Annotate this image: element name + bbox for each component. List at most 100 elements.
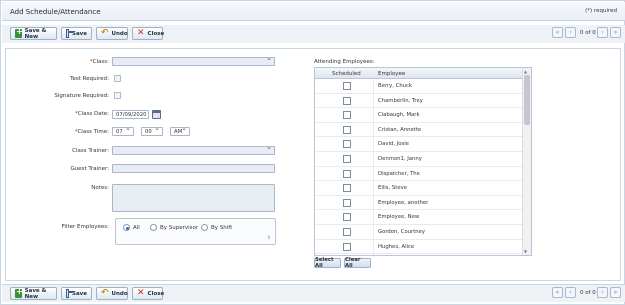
- pager-text: 0 of 0: [580, 290, 596, 296]
- table-row[interactable]: Chamberlin, Trey: [315, 93, 523, 109]
- filter-supervisor-radio[interactable]: [150, 224, 157, 231]
- clear-all-button[interactable]: Clear All: [344, 257, 371, 269]
- table-row[interactable]: Ellis, Steve: [315, 181, 523, 196]
- class-trainer-label: Class Trainer:: [72, 148, 109, 154]
- column-divider: [373, 239, 374, 254]
- filter-all-label: All: [133, 225, 140, 231]
- signature-required-checkbox[interactable]: [114, 92, 121, 99]
- save-new-button[interactable]: Save & New: [10, 27, 57, 40]
- scheduled-checkbox[interactable]: [343, 184, 351, 193]
- scheduled-checkbox[interactable]: [343, 169, 351, 178]
- save-new-icon: [15, 27, 22, 38]
- test-required-label: Test Required:: [70, 76, 109, 82]
- save-icon: [66, 289, 73, 298]
- undo-button-bottom[interactable]: ↶ Undo: [96, 287, 128, 300]
- scheduled-checkbox[interactable]: [343, 154, 351, 163]
- table-row[interactable]: Cristan, Annette: [315, 122, 523, 138]
- filter-shift-radio[interactable]: [201, 224, 208, 231]
- minute-select[interactable]: 00: [141, 124, 163, 136]
- undo-label: Undo: [111, 290, 128, 297]
- save-button-bottom[interactable]: Save: [61, 287, 92, 300]
- test-required-checkbox[interactable]: [114, 75, 121, 82]
- undo-button[interactable]: ↶ Undo: [96, 27, 128, 40]
- save-icon: [66, 29, 73, 38]
- scheduled-checkbox[interactable]: [343, 213, 351, 222]
- close-button-bottom[interactable]: ✕ Close: [132, 287, 165, 300]
- col-scheduled[interactable]: Scheduled: [332, 71, 361, 77]
- class-date-input[interactable]: 07/09/2020: [112, 110, 149, 119]
- employee-name: Ellis, Steve: [378, 185, 407, 192]
- column-divider: [373, 137, 374, 151]
- close-icon: ✕: [137, 28, 145, 38]
- window-title: Add Schedule/Attendance: [10, 8, 101, 16]
- last-page-button[interactable]: »: [610, 287, 621, 298]
- table-row[interactable]: Berry, Chuck: [315, 79, 523, 94]
- table-row[interactable]: Employee, another: [315, 195, 523, 211]
- employee-name: Clabaugh, Mark: [378, 112, 420, 119]
- filter-all-radio[interactable]: [123, 224, 130, 231]
- first-page-button[interactable]: «: [552, 287, 563, 298]
- scheduled-checkbox[interactable]: [343, 96, 351, 105]
- prev-page-button[interactable]: ‹: [565, 287, 576, 298]
- table-row[interactable]: Dispatcher, The: [315, 166, 523, 182]
- notes-textarea[interactable]: [112, 184, 275, 212]
- scheduled-checkbox[interactable]: [343, 227, 351, 236]
- scheduled-checkbox[interactable]: [343, 198, 351, 207]
- top-toolbar: Save & New Save ↶ Undo ✕ Close « ‹ 0 of …: [2, 25, 625, 43]
- scheduled-checkbox[interactable]: [343, 242, 351, 251]
- table-row[interactable]: Gordon, Courtney: [315, 224, 523, 240]
- scroll-down-icon[interactable]: ▼: [524, 249, 527, 254]
- prev-page-button[interactable]: ‹: [565, 27, 576, 38]
- employee-name: Employee, New: [378, 214, 420, 221]
- table-row[interactable]: Employee, New: [315, 210, 523, 225]
- form-panel: *Class: Test Required: Signature Require…: [5, 48, 621, 281]
- guest-trainer-input[interactable]: [112, 164, 275, 173]
- class-date-label: *Class Date:: [75, 111, 109, 117]
- notes-label: Notes:: [91, 185, 109, 191]
- save-label: Save: [72, 290, 87, 297]
- column-divider: [373, 254, 374, 255]
- close-button[interactable]: ✕ Close: [132, 27, 164, 40]
- table-row[interactable]: Jackson, Princess: [315, 254, 523, 255]
- table-row[interactable]: Denmon1, Janny: [315, 151, 523, 167]
- first-page-button[interactable]: «: [552, 27, 563, 38]
- save-new-label: Save & New: [24, 27, 47, 40]
- employees-scrollbar[interactable]: ▲ ▼: [522, 68, 531, 255]
- undo-icon: ↶: [101, 288, 109, 298]
- employee-name: Chamberlin, Trey: [378, 97, 423, 104]
- table-row[interactable]: Hughes, Alice: [315, 239, 523, 255]
- required-note: (*) required: [585, 8, 617, 14]
- scheduled-checkbox[interactable]: [343, 82, 351, 90]
- table-row[interactable]: Clabaugh, Mark: [315, 108, 523, 123]
- title-bar: Add Schedule/Attendance (*) required: [2, 2, 625, 21]
- last-page-button[interactable]: »: [610, 27, 621, 38]
- scheduled-checkbox[interactable]: [343, 140, 351, 149]
- employee-name: Hughes, Alice: [378, 243, 415, 250]
- col-employee[interactable]: Employee: [378, 71, 405, 77]
- scheduled-checkbox[interactable]: [343, 125, 351, 134]
- guest-trainer-label: Guest Trainer:: [70, 166, 110, 172]
- class-select[interactable]: [112, 54, 275, 66]
- attending-employees-title: Attending Employees:: [314, 59, 375, 65]
- employee-name: Gordon, Courtney: [378, 228, 426, 235]
- scheduled-checkbox[interactable]: [343, 111, 351, 120]
- next-page-button[interactable]: ›: [597, 27, 608, 38]
- filter-supervisor-label: By Supervisor: [160, 225, 199, 231]
- select-all-button[interactable]: Select All: [314, 257, 341, 269]
- column-divider: [373, 151, 374, 166]
- next-page-button[interactable]: ›: [597, 287, 608, 298]
- class-trainer-select[interactable]: [112, 143, 275, 155]
- employees-grid: Scheduled Employee Berry, Chuck Chamberli…: [314, 67, 532, 256]
- employees-grid-header: Scheduled Employee: [315, 68, 523, 79]
- calendar-icon[interactable]: [152, 110, 161, 119]
- ampm-select[interactable]: AM: [170, 124, 190, 136]
- close-label: Close: [147, 290, 165, 297]
- save-new-button-bottom[interactable]: Save & New: [10, 287, 57, 300]
- scrollbar-thumb[interactable]: [524, 75, 530, 125]
- table-row[interactable]: David, Josie: [315, 137, 523, 152]
- scroll-up-icon[interactable]: ▲: [524, 69, 527, 74]
- dialog-window: Add Schedule/Attendance (*) required Sav…: [0, 0, 625, 305]
- save-button[interactable]: Save: [61, 27, 92, 40]
- undo-icon: ↶: [101, 28, 109, 38]
- hour-select[interactable]: 07: [112, 124, 134, 136]
